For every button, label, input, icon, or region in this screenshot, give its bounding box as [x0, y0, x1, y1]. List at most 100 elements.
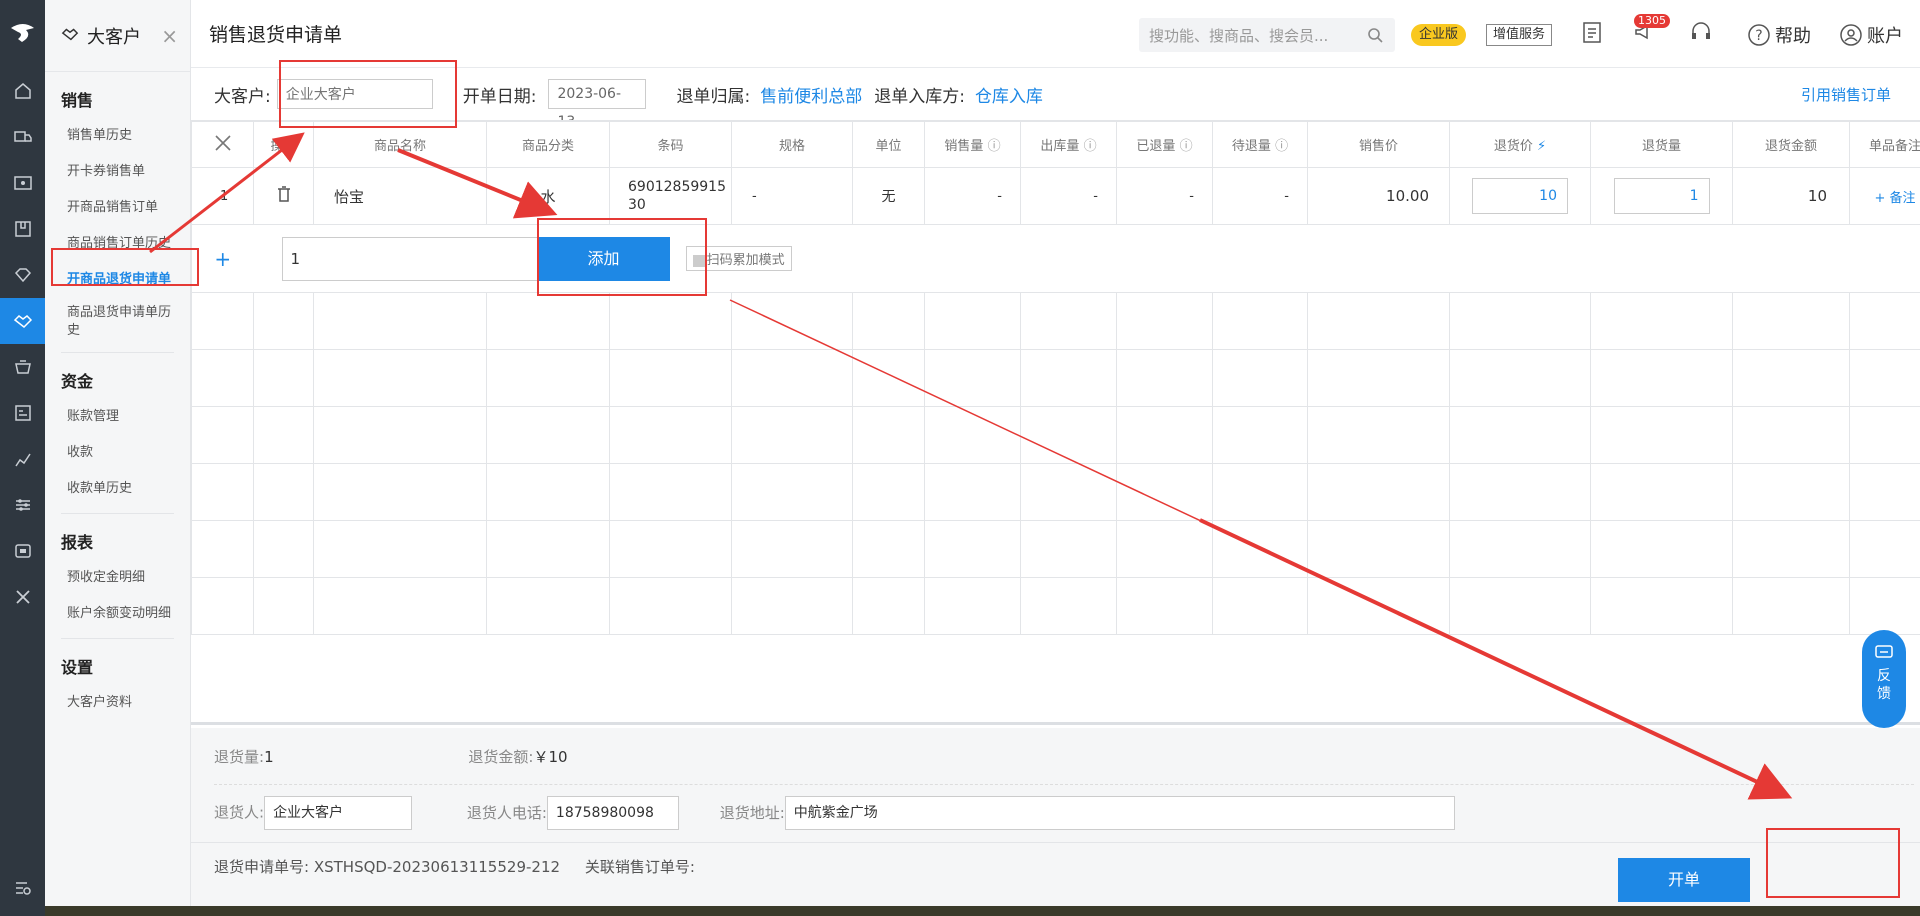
- account-link[interactable]: 账户: [1839, 22, 1903, 48]
- add-note-link[interactable]: + 备注: [1849, 167, 1920, 225]
- truck-icon[interactable]: [0, 114, 45, 160]
- returned-qty: -: [1116, 167, 1213, 225]
- secondary-menu: 大客户 × 销售 销售单历史 开卡券销售单 开商品销售订单 商品销售订单历史 开…: [45, 0, 191, 916]
- device-icon[interactable]: [0, 528, 45, 574]
- sale-price: 10.00: [1307, 167, 1450, 225]
- return-amount-label: 退货金额:: [468, 748, 534, 766]
- product-code-input[interactable]: 1: [281, 236, 538, 281]
- help-circle-icon[interactable]: ⓘ: [1084, 139, 1097, 154]
- box-icon[interactable]: [0, 206, 45, 252]
- annotation-box-add: [537, 218, 707, 296]
- user-icon: [1840, 24, 1862, 46]
- divider: [191, 842, 1920, 843]
- column-header: 已退量: [1136, 139, 1176, 154]
- footer-contact: 退货人: 企业大客户 退货人电话: 18758980098 退货地址: 中航紫金广场: [214, 796, 1455, 830]
- column-header-sold: 销售量 ⓘ: [924, 121, 1021, 168]
- empty-row: [191, 520, 1920, 578]
- menu-item-balance-change[interactable]: 账户余额变动明细: [61, 596, 174, 632]
- handshake-small-icon: [61, 25, 79, 47]
- bolt-icon[interactable]: ⚡: [1537, 139, 1546, 154]
- return-qty-input[interactable]: 1: [1613, 178, 1710, 214]
- return-phone-input[interactable]: 18758980098: [546, 796, 679, 830]
- tools-icon[interactable]: [0, 574, 45, 620]
- out-qty: -: [1020, 167, 1117, 225]
- menu-toggle-icon[interactable]: [0, 878, 45, 898]
- wrench-icon[interactable]: [212, 132, 234, 154]
- search-input[interactable]: 搜功能、搜商品、搜会员...: [1139, 18, 1395, 52]
- add-product-row: + 1 添加 扫码累加模式: [191, 224, 1920, 293]
- feedback-button[interactable]: 反 馈: [1862, 630, 1906, 728]
- menu-item-deposit-detail[interactable]: 预收定金明细: [61, 560, 174, 596]
- menu-item-accounts[interactable]: 账款管理: [61, 399, 174, 435]
- related-order-label: 关联销售订单号:: [584, 858, 695, 876]
- diamond-icon[interactable]: [0, 252, 45, 298]
- empty-row: [191, 463, 1920, 521]
- return-person-input[interactable]: 企业大客户: [264, 796, 413, 830]
- pending-qty: -: [1212, 167, 1308, 225]
- close-icon[interactable]: ×: [161, 24, 178, 48]
- logo-icon[interactable]: [0, 0, 45, 68]
- chat-icon: [1875, 645, 1893, 658]
- return-price-input[interactable]: 10: [1472, 178, 1568, 214]
- value-service-button[interactable]: 增值服务: [1486, 24, 1553, 46]
- enterprise-badge[interactable]: 企业版: [1411, 24, 1467, 46]
- chart-icon[interactable]: [0, 436, 45, 482]
- menu-item-sales-history[interactable]: 销售单历史: [61, 118, 174, 154]
- warehouse-value[interactable]: 仓库入库: [975, 82, 1043, 107]
- handshake-icon[interactable]: [0, 298, 45, 344]
- cashier-icon[interactable]: [0, 160, 45, 206]
- column-header-returned: 已退量 ⓘ: [1116, 121, 1213, 168]
- sold-qty: -: [924, 167, 1021, 225]
- column-header: 销售量: [944, 139, 984, 154]
- help-circle-icon[interactable]: ⓘ: [1275, 139, 1288, 154]
- top-bar: 销售退货申请单 搜功能、搜商品、搜会员... 企业版 增值服务 1305 ? 帮…: [191, 0, 1920, 68]
- return-qty-cell: 1: [1590, 167, 1733, 225]
- home-icon[interactable]: [0, 68, 45, 114]
- icon-rail: [0, 0, 45, 916]
- column-header: 单品备注: [1849, 121, 1920, 168]
- add-product-cell: 1 添加 扫码累加模式: [253, 224, 1920, 293]
- return-amount-value: ￥10: [533, 748, 568, 766]
- clipboard-icon[interactable]: [1581, 20, 1603, 48]
- divider: [61, 352, 174, 353]
- notification-badge: 1305: [1634, 14, 1670, 28]
- search-placeholder: 搜功能、搜商品、搜会员...: [1149, 26, 1329, 45]
- quote-sales-order-link[interactable]: 引用销售订单: [1801, 84, 1891, 105]
- column-header: 商品名称: [313, 121, 487, 168]
- menu-item-receipt-history[interactable]: 收款单历史: [61, 471, 174, 507]
- row-index: 1: [191, 167, 254, 225]
- column-header: 单位: [852, 121, 925, 168]
- main-area: 销售退货申请单 搜功能、搜商品、搜会员... 企业版 增值服务 1305 ? 帮…: [191, 0, 1920, 916]
- column-settings[interactable]: [191, 121, 254, 168]
- help-circle-icon[interactable]: ⓘ: [988, 139, 1001, 154]
- belong-value[interactable]: 售前便利总部: [760, 82, 862, 107]
- footer-summary: 退货量:1 退货金额:￥10: [214, 746, 568, 767]
- menu-item-return-request-history[interactable]: 商品退货申请单历史: [61, 298, 174, 346]
- help-link[interactable]: ? 帮助: [1747, 22, 1811, 48]
- id-card-icon[interactable]: [0, 390, 45, 436]
- return-person-label: 退货人:: [214, 803, 265, 822]
- menu-item-customer-profile[interactable]: 大客户资料: [61, 685, 174, 721]
- search-icon[interactable]: [1367, 27, 1383, 43]
- product-spec: -: [731, 167, 853, 225]
- date-field[interactable]: 2023-06-13: [548, 79, 647, 130]
- empty-row: [191, 406, 1920, 464]
- headset-icon[interactable]: [1689, 20, 1713, 48]
- return-address-input[interactable]: 中航紫金广场: [784, 796, 1455, 830]
- help-circle-icon[interactable]: ⓘ: [1180, 139, 1193, 154]
- delete-cell: [253, 167, 314, 225]
- plus-icon[interactable]: +: [191, 224, 254, 293]
- date-label: 开单日期:: [462, 86, 537, 107]
- open-order-button[interactable]: 开单: [1618, 858, 1750, 902]
- column-header-out: 出库量 ⓘ: [1020, 121, 1117, 168]
- sliders-icon[interactable]: [0, 482, 45, 528]
- trash-icon[interactable]: [276, 186, 292, 207]
- menu-section-reports: 报表 预收定金明细 账户余额变动明细: [45, 526, 190, 639]
- menu-item-receive[interactable]: 收款: [61, 435, 174, 471]
- column-header: 退货价: [1493, 139, 1533, 154]
- footer-order-info: 退货申请单号: XSTHSQD-20230613115529-212 关联销售订…: [214, 856, 695, 877]
- finance-icon[interactable]: [0, 344, 45, 390]
- menu-item-card-sale[interactable]: 开卡券销售单: [61, 154, 174, 190]
- menu-item-open-sales-order[interactable]: 开商品销售订单: [61, 190, 174, 226]
- column-header: 条码: [609, 121, 732, 168]
